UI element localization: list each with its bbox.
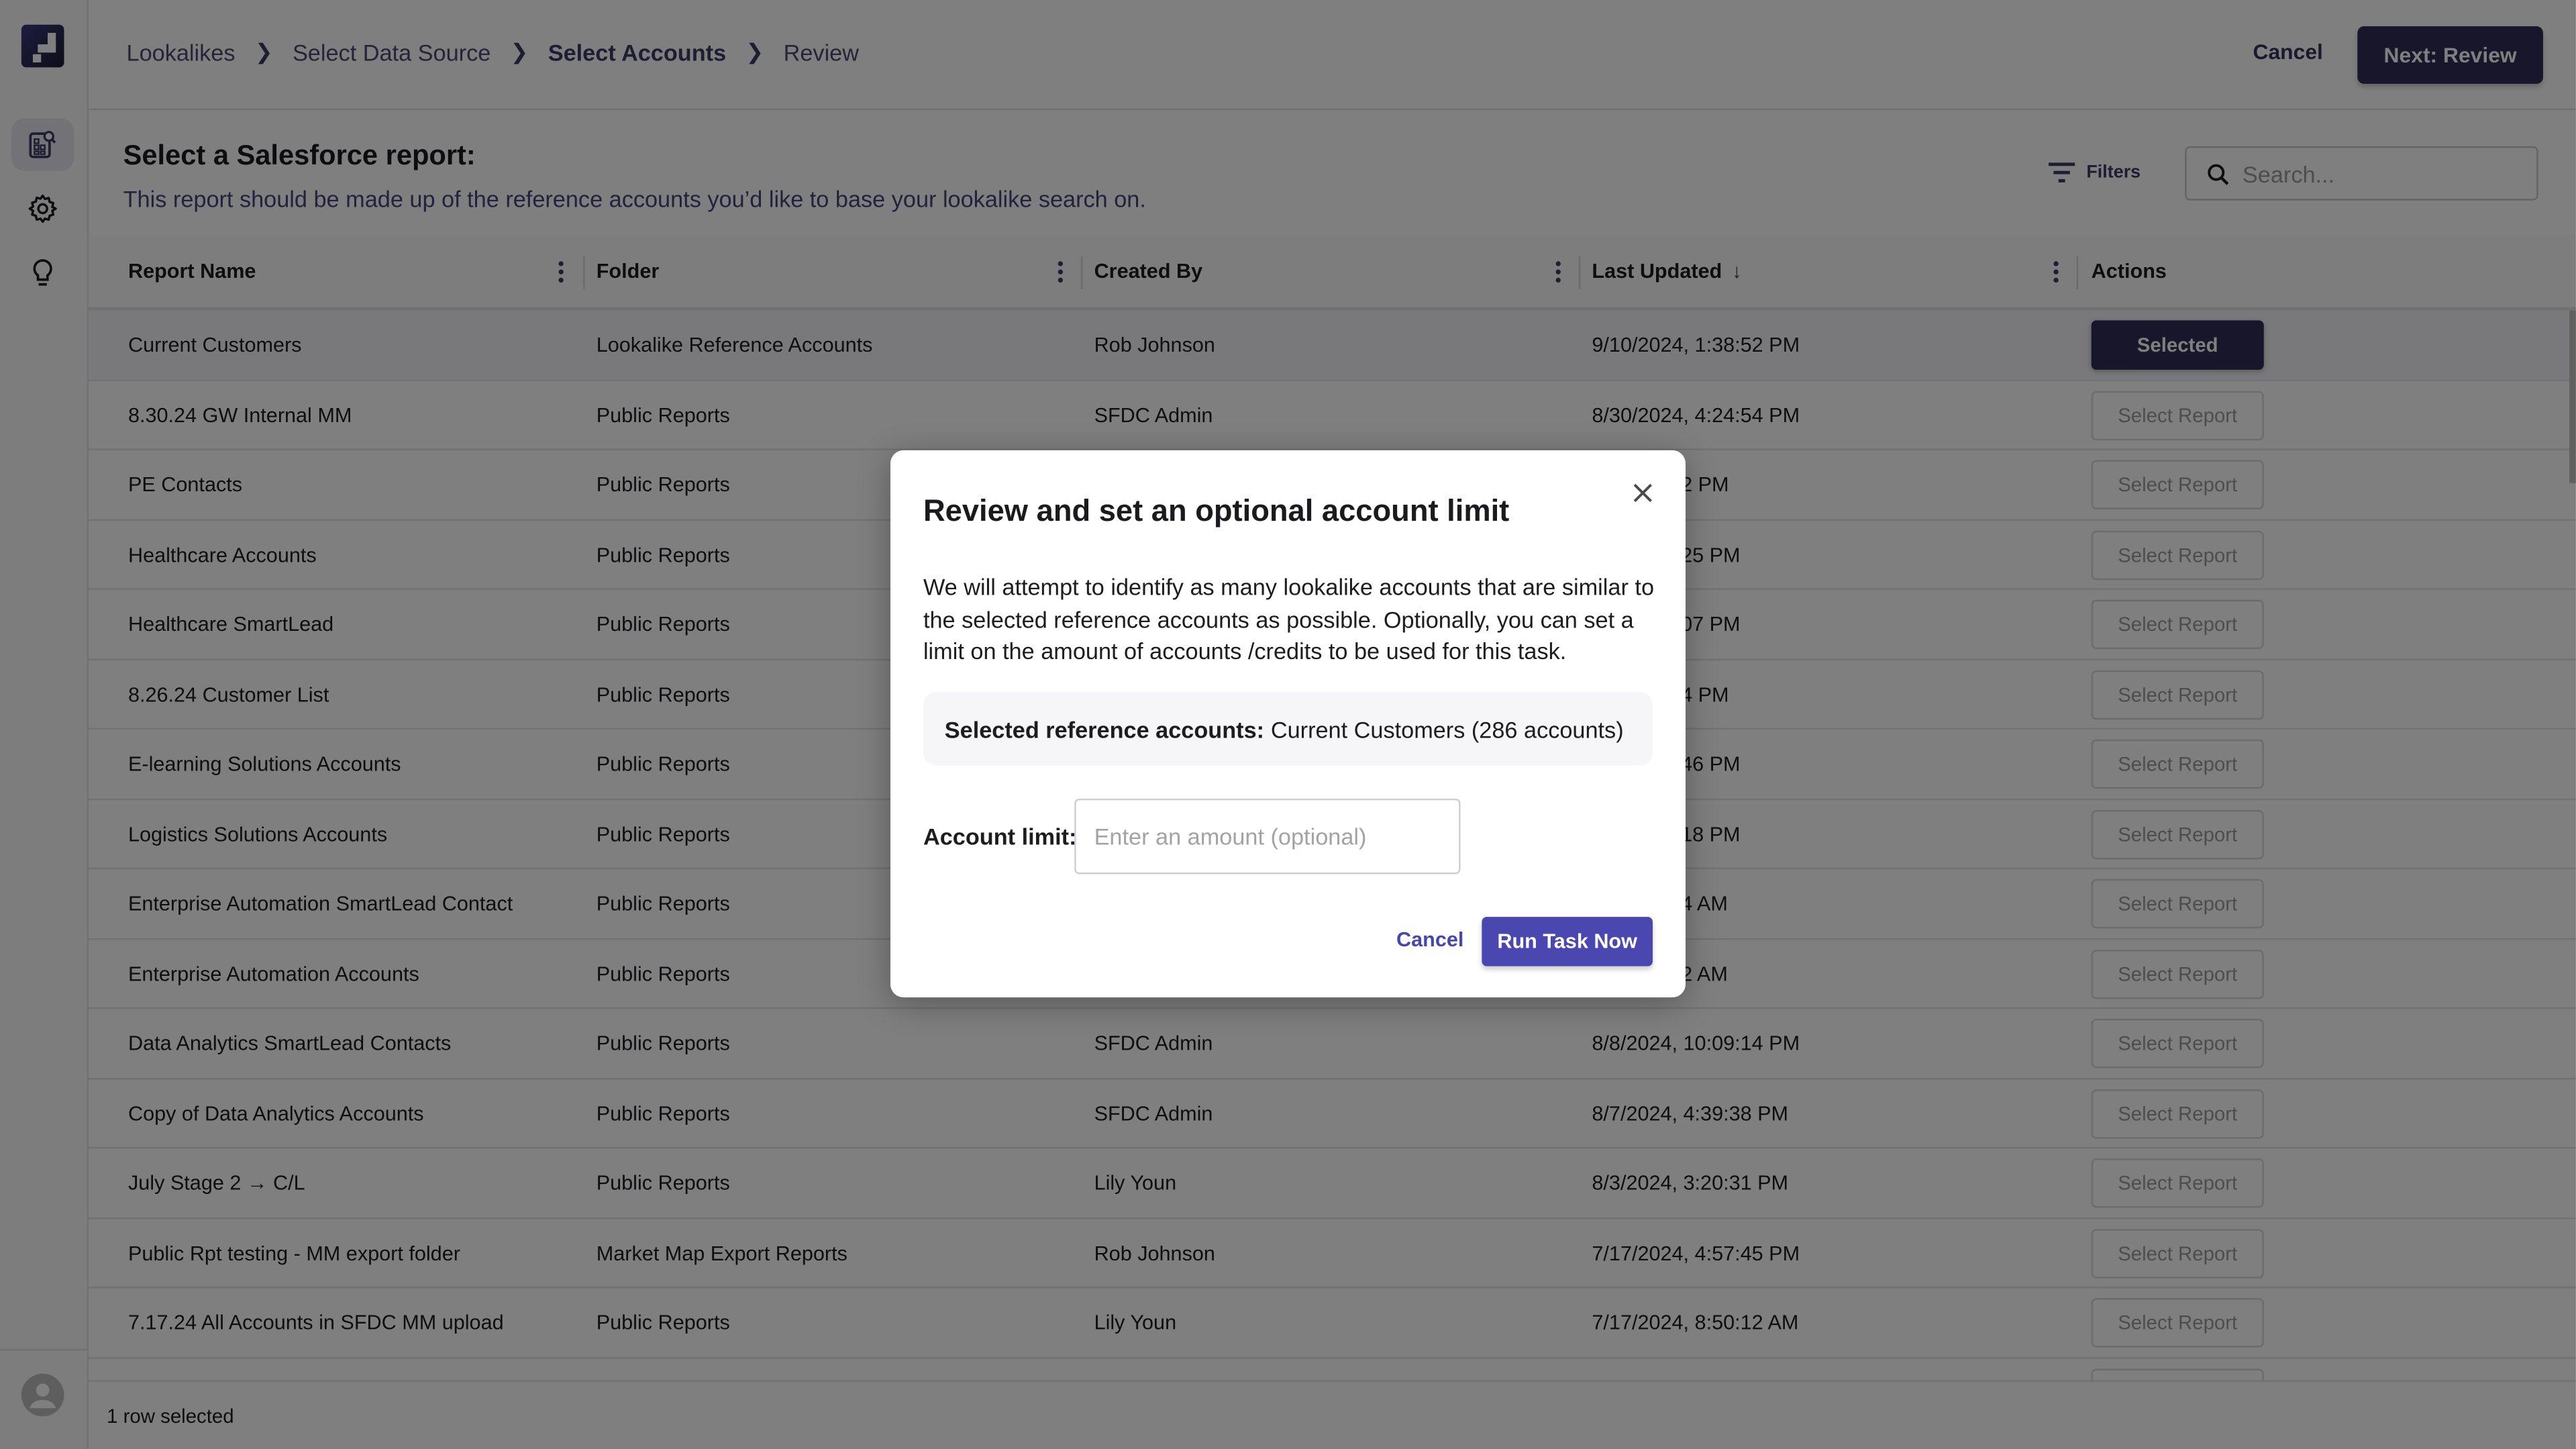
- account-limit-label: Account limit:: [923, 823, 1077, 850]
- reference-value: Current Customers (286 accounts): [1270, 715, 1624, 742]
- reference-label: Selected reference accounts:: [944, 715, 1265, 742]
- close-icon: [1633, 483, 1652, 503]
- account-limit-modal: Review and set an optional account limit…: [890, 450, 1686, 998]
- modal-title: Review and set an optional account limit: [923, 493, 1510, 528]
- run-task-now-button[interactable]: Run Task Now: [1482, 917, 1653, 966]
- selected-reference-summary: Selected reference accounts: Current Cus…: [923, 691, 1653, 766]
- modal-cancel-button[interactable]: Cancel: [1396, 928, 1463, 951]
- modal-description: We will attempt to identify as many look…: [923, 573, 1655, 664]
- account-limit-input[interactable]: [1074, 798, 1461, 875]
- app-root: Lookalikes ❯ Select Data Source ❯ Select…: [0, 0, 2576, 1449]
- close-button[interactable]: [1630, 480, 1656, 506]
